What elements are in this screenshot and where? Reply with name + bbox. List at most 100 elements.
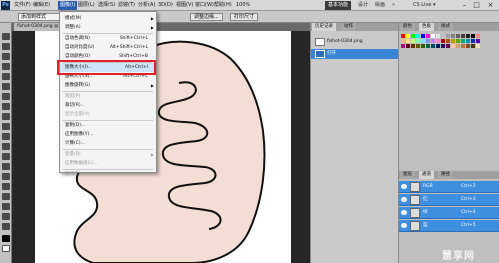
menu-analysis[interactable]: 分析(A) [138,1,155,10]
channel-row[interactable]: 蓝 Ctrl+5 [399,220,499,232]
tab-swatches[interactable]: 色板 [419,23,434,31]
color-swatch[interactable] [476,44,480,48]
background-color-swatch[interactable] [2,245,10,252]
color-swatch[interactable] [476,34,480,38]
color-swatch[interactable] [416,39,420,43]
color-swatch[interactable] [461,44,465,48]
color-swatch[interactable] [441,44,445,48]
healing-brush-tool-icon[interactable] [2,93,10,100]
image-menu-item[interactable]: 图像旋转(G) ▶ [60,81,156,90]
color-swatch[interactable] [451,44,455,48]
color-swatch[interactable] [461,34,465,38]
brush-tool-icon[interactable] [2,103,10,110]
minimize-icon[interactable]: – [460,1,469,10]
tab-actions[interactable]: 动作 [341,23,356,31]
color-swatch[interactable] [416,34,420,38]
color-swatch[interactable] [401,34,405,38]
pen-tool-icon[interactable] [2,173,10,180]
gradient-tool-icon[interactable] [2,143,10,150]
color-swatch[interactable] [406,34,410,38]
zoom-level[interactable]: 100% [236,1,250,10]
color-swatch[interactable] [411,34,415,38]
tab-paths[interactable]: 路径 [438,171,453,179]
color-swatch[interactable] [426,34,430,38]
tab-history[interactable]: 历史记录 [312,23,336,31]
image-menu-item[interactable]: 裁切(R)... [60,101,156,110]
eye-icon[interactable] [401,223,407,228]
color-swatch[interactable] [466,34,470,38]
history-state-open[interactable]: 打开 [311,49,399,59]
type-tool-icon[interactable] [2,183,10,190]
zoom-tool-icon[interactable] [2,223,10,230]
image-menu-item[interactable]: 自动色调(N) Shift+Ctrl+L [60,34,156,43]
color-swatch[interactable] [466,39,470,43]
workspace-more[interactable]: » [389,1,398,10]
color-swatch[interactable] [421,34,425,38]
image-menu-item[interactable]: 自动对比度(U) Alt+Shift+Ctrl+L [60,43,156,52]
tab-layers[interactable]: 图层 [400,171,415,179]
color-swatch[interactable] [406,44,410,48]
color-swatch[interactable] [476,39,480,43]
color-swatch[interactable] [401,44,405,48]
magic-wand-tool-icon[interactable] [2,63,10,70]
history-snapshot[interactable]: fishot-0304.png [311,37,399,47]
lasso-tool-icon[interactable] [2,53,10,60]
color-swatch[interactable] [406,39,410,43]
color-swatch[interactable] [431,39,435,43]
blur-tool-icon[interactable] [2,153,10,160]
path-selection-tool-icon[interactable] [2,193,10,200]
menu-edit[interactable]: 编辑(E) [33,1,50,10]
tab-color[interactable]: 颜色 [400,23,415,31]
image-menu-item[interactable]: 复制(D)... [60,121,156,130]
clone-stamp-tool-icon[interactable] [2,113,10,120]
eye-icon[interactable] [401,184,407,189]
channel-row[interactable]: RGB Ctrl+2 [399,181,499,193]
image-menu-item[interactable]: 应用图像(Y)... [60,130,156,139]
history-brush-tool-icon[interactable] [2,123,10,130]
color-swatch[interactable] [446,44,450,48]
color-swatch[interactable] [446,34,450,38]
menu-select[interactable]: 选择(S) [98,1,115,10]
menu-3d[interactable]: 3D(D) [158,1,173,10]
color-swatch[interactable] [446,39,450,43]
workspace-painting[interactable]: 绘画 [372,1,388,10]
color-swatch[interactable] [436,39,440,43]
print-size-button[interactable]: 打印尺寸 [230,13,259,21]
color-swatch[interactable] [471,34,475,38]
color-swatch[interactable] [456,44,460,48]
color-swatch[interactable] [466,44,470,48]
color-swatch[interactable] [441,39,445,43]
color-swatch[interactable] [436,34,440,38]
color-swatch[interactable] [431,44,435,48]
menu-layer[interactable]: 图层(L) [78,1,95,10]
tab-channels[interactable]: 通道 [419,171,434,179]
eraser-tool-icon[interactable] [2,133,10,140]
color-swatch[interactable] [461,39,465,43]
move-tool-icon[interactable] [2,33,10,40]
color-swatch[interactable] [421,39,425,43]
channel-row[interactable]: 绿 Ctrl+4 [399,207,499,219]
eye-icon[interactable] [401,210,407,215]
tab-styles[interactable]: 样式 [438,23,453,31]
image-menu-item[interactable]: 模式(M) ▶ [60,14,156,23]
color-swatch[interactable] [426,44,430,48]
workspace-essentials[interactable]: 基本功能 [325,1,352,10]
color-swatch[interactable] [441,34,445,38]
menu-file[interactable]: 文件(F) [14,1,31,10]
color-swatch[interactable] [426,39,430,43]
menu-filter[interactable]: 滤镜(T) [118,1,135,10]
hand-tool-icon[interactable] [2,213,10,220]
crop-tool-icon[interactable] [2,73,10,80]
image-menu-item[interactable]: 计算(C)... [60,139,156,148]
dodge-tool-icon[interactable] [2,163,10,170]
color-swatch[interactable] [456,39,460,43]
foreground-color-swatch[interactable] [2,235,10,242]
refine-edge-button[interactable]: 调整边缘... [190,13,223,21]
color-swatch[interactable] [401,39,405,43]
eyedropper-tool-icon[interactable] [2,83,10,90]
cs-live-button[interactable]: CS Live ▾ [410,1,439,10]
marquee-tool-icon[interactable] [2,43,10,50]
color-swatch[interactable] [411,39,415,43]
color-swatch[interactable] [451,34,455,38]
color-swatch[interactable] [451,39,455,43]
